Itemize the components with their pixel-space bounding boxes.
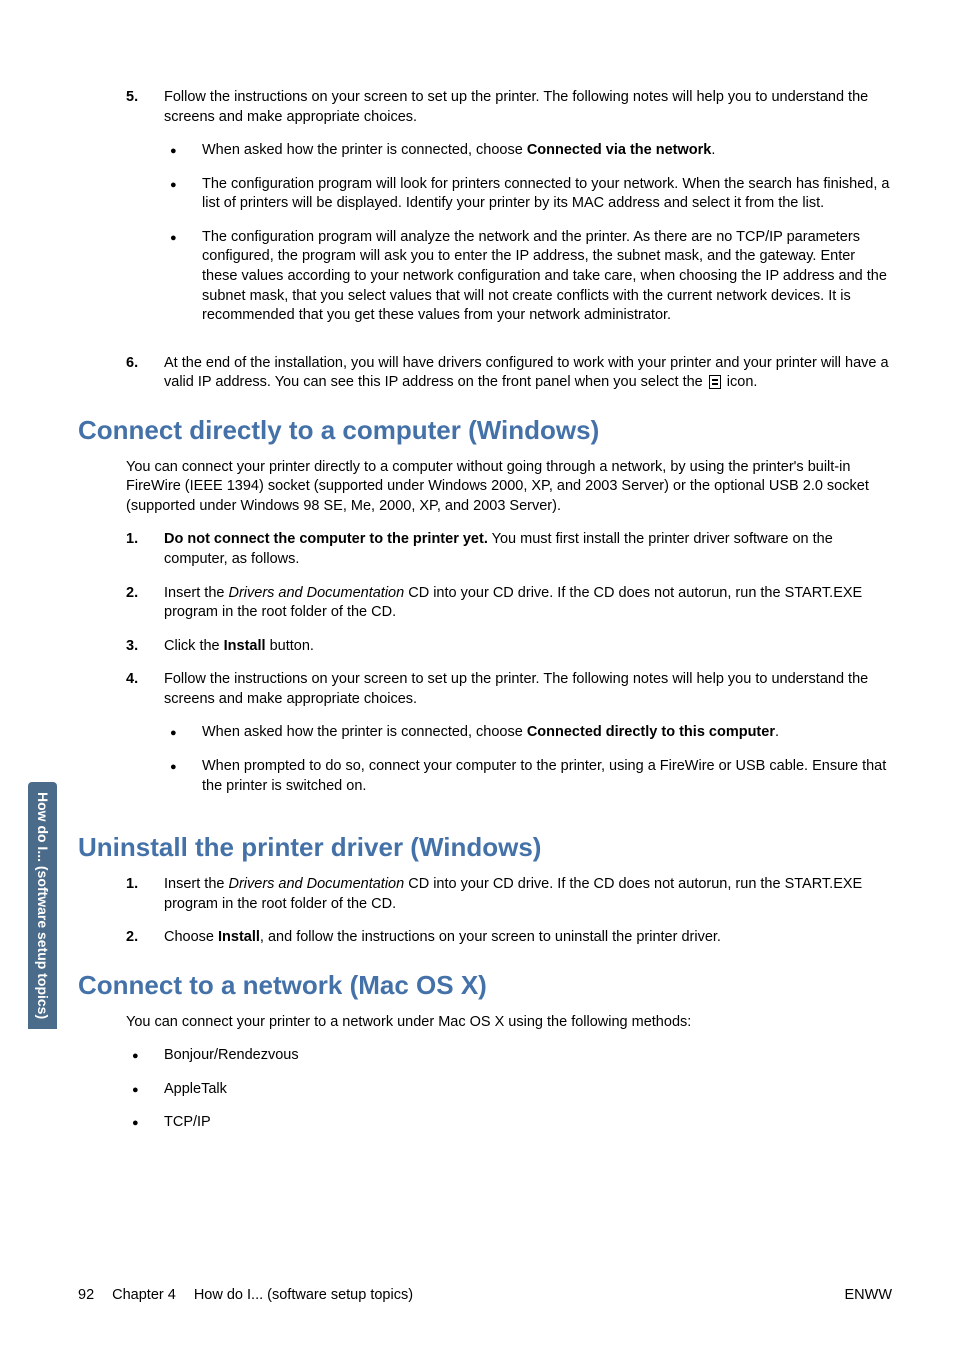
step-5: 5. Follow the instructions on your scree… [126,88,892,340]
heading-uninstall-driver-windows: Uninstall the printer driver (Windows) [78,832,892,863]
list-item: ● TCP/IP [126,1113,892,1133]
bullet-post: . [711,142,715,158]
bullet-icon: ● [164,723,202,743]
step-number: 2. [126,584,164,623]
step-text: Follow the instructions on your screen t… [164,671,868,707]
step-number: 5. [126,88,164,340]
bullet-icon: ● [126,1046,164,1066]
footer-right: ENWW [844,1287,892,1303]
bullet-icon: ● [164,141,202,161]
bullet-text: AppleTalk [164,1080,892,1100]
step-italic: Drivers and Documentation [228,876,404,892]
bullet-text: TCP/IP [164,1113,892,1133]
step-pre: Insert the [164,585,228,601]
step-text: At the end of the installation, you will… [164,355,889,391]
bullet-text: When asked how the printer is connected,… [202,142,527,158]
step-2: 2. Choose Install, and follow the instru… [126,928,892,948]
step-3: 3. Click the Install button. [126,637,892,657]
list-item: ● The configuration program will look fo… [164,175,892,214]
section-intro: You can connect your printer directly to… [126,458,892,517]
step-number: 2. [126,928,164,948]
chapter-title: How do I... (software setup topics) [194,1287,413,1303]
step-1: 1. Insert the Drivers and Documentation … [126,875,892,914]
step-post: , and follow the instructions on your sc… [260,929,721,945]
step-1: 1. Do not connect the computer to the pr… [126,530,892,569]
bullet-icon: ● [164,757,202,796]
page-footer: 92 Chapter 4 How do I... (software setup… [78,1287,892,1303]
list-item: ● When prompted to do so, connect your c… [164,757,892,796]
step-number: 1. [126,875,164,914]
bullet-bold: Connected directly to this computer [527,724,775,740]
step-2: 2. Insert the Drivers and Documentation … [126,584,892,623]
sidebar-tab: How do I... (software setup topics) [28,782,57,1029]
menu-icon [709,375,721,389]
step-pre: Click the [164,638,224,654]
step-number: 3. [126,637,164,657]
page-number: 92 [78,1287,94,1303]
bullet-text: Bonjour/Rendezvous [164,1046,892,1066]
step-italic: Drivers and Documentation [228,585,404,601]
chapter-label: Chapter 4 [112,1287,176,1303]
bullet-pre: When asked how the printer is connected,… [202,724,527,740]
bullet-icon: ● [126,1113,164,1133]
heading-connect-network-macosx: Connect to a network (Mac OS X) [78,970,892,1001]
step-bold: Install [224,638,266,654]
step-number: 4. [126,670,164,810]
list-item: ● AppleTalk [126,1080,892,1100]
list-item: ● When asked how the printer is connecte… [164,141,892,161]
step-text: Follow the instructions on your screen t… [164,89,868,125]
heading-connect-directly-windows: Connect directly to a computer (Windows) [78,415,892,446]
bullet-text: When prompted to do so, connect your com… [202,757,892,796]
step-bold: Install [218,929,260,945]
bullet-icon: ● [164,175,202,214]
list-item: ● The configuration program will analyze… [164,228,892,326]
bullet-bold: Connected via the network [527,142,712,158]
step-4: 4. Follow the instructions on your scree… [126,670,892,810]
step-text-tail: icon. [723,374,758,390]
bullet-icon: ● [164,228,202,326]
step-pre: Insert the [164,876,228,892]
bullet-icon: ● [126,1080,164,1100]
bullet-text: The configuration program will analyze t… [202,228,892,326]
step-pre: Choose [164,929,218,945]
list-item: ● Bonjour/Rendezvous [126,1046,892,1066]
section-intro: You can connect your printer to a networ… [126,1013,892,1033]
bullet-post: . [775,724,779,740]
step-post: button. [266,638,314,654]
list-item: ● When asked how the printer is connecte… [164,723,892,743]
step-6: 6. At the end of the installation, you w… [126,354,892,393]
step-number: 1. [126,530,164,569]
step-number: 6. [126,354,164,393]
bullet-text: The configuration program will look for … [202,175,892,214]
step-bold: Do not connect the computer to the print… [164,531,488,547]
